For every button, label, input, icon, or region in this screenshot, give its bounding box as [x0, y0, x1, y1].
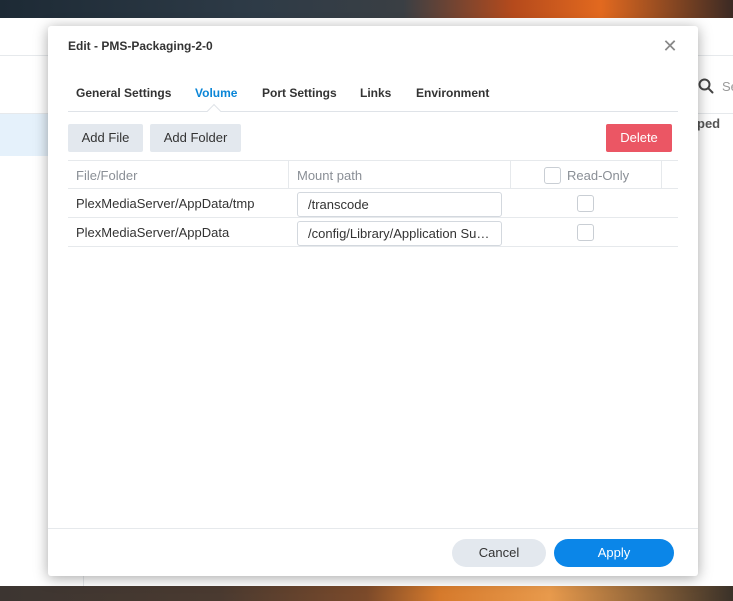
- read-only-checkbox[interactable]: [577, 195, 594, 212]
- file-folder-cell: PlexMediaServer/AppData: [76, 225, 230, 240]
- desktop-wallpaper-bottom: [0, 586, 733, 601]
- cancel-button[interactable]: Cancel: [452, 539, 546, 567]
- column-header-file-folder[interactable]: File/Folder: [76, 168, 137, 183]
- tab-volume[interactable]: Volume: [195, 86, 237, 100]
- tab-bar: General Settings Volume Port Settings Li…: [68, 80, 678, 119]
- dialog-title: Edit - PMS-Packaging-2-0: [68, 39, 213, 53]
- file-folder-cell: PlexMediaServer/AppData/tmp: [76, 196, 255, 211]
- add-file-button[interactable]: Add File: [68, 124, 143, 152]
- tab-port-settings[interactable]: Port Settings: [262, 86, 337, 100]
- table-header: File/Folder Mount path Read-Only: [68, 160, 678, 189]
- tab-environment[interactable]: Environment: [416, 86, 489, 100]
- active-tab-indicator: [206, 103, 222, 119]
- desktop-wallpaper-top: [0, 0, 733, 18]
- edit-dialog: Edit - PMS-Packaging-2-0 ✕ General Setti…: [48, 26, 698, 576]
- sidebar-selected-item[interactable]: [0, 114, 48, 156]
- read-only-checkbox[interactable]: [577, 224, 594, 241]
- column-divider: [510, 161, 511, 189]
- column-divider: [288, 161, 289, 189]
- table-row[interactable]: PlexMediaServer/AppData /config/Library/…: [68, 218, 678, 247]
- dialog-footer: Cancel Apply: [48, 528, 698, 576]
- column-header-read-only: Read-Only: [567, 168, 630, 183]
- column-divider: [661, 161, 662, 189]
- delete-button[interactable]: Delete: [606, 124, 672, 152]
- read-only-select-all-checkbox[interactable]: [544, 167, 561, 184]
- table-row[interactable]: PlexMediaServer/AppData/tmp /transcode: [68, 189, 678, 218]
- app-column-header: ped: [697, 116, 721, 131]
- apply-button[interactable]: Apply: [554, 539, 674, 567]
- search-input[interactable]: Se: [722, 79, 733, 94]
- mount-path-input[interactable]: /config/Library/Application Support: [297, 221, 502, 246]
- search-icon[interactable]: [698, 78, 714, 94]
- tab-links[interactable]: Links: [360, 86, 391, 100]
- close-icon[interactable]: ✕: [660, 36, 680, 56]
- mount-path-input[interactable]: /transcode: [297, 192, 502, 217]
- add-folder-button[interactable]: Add Folder: [150, 124, 241, 152]
- column-header-mount-path[interactable]: Mount path: [297, 168, 362, 183]
- tab-general-settings[interactable]: General Settings: [76, 86, 171, 100]
